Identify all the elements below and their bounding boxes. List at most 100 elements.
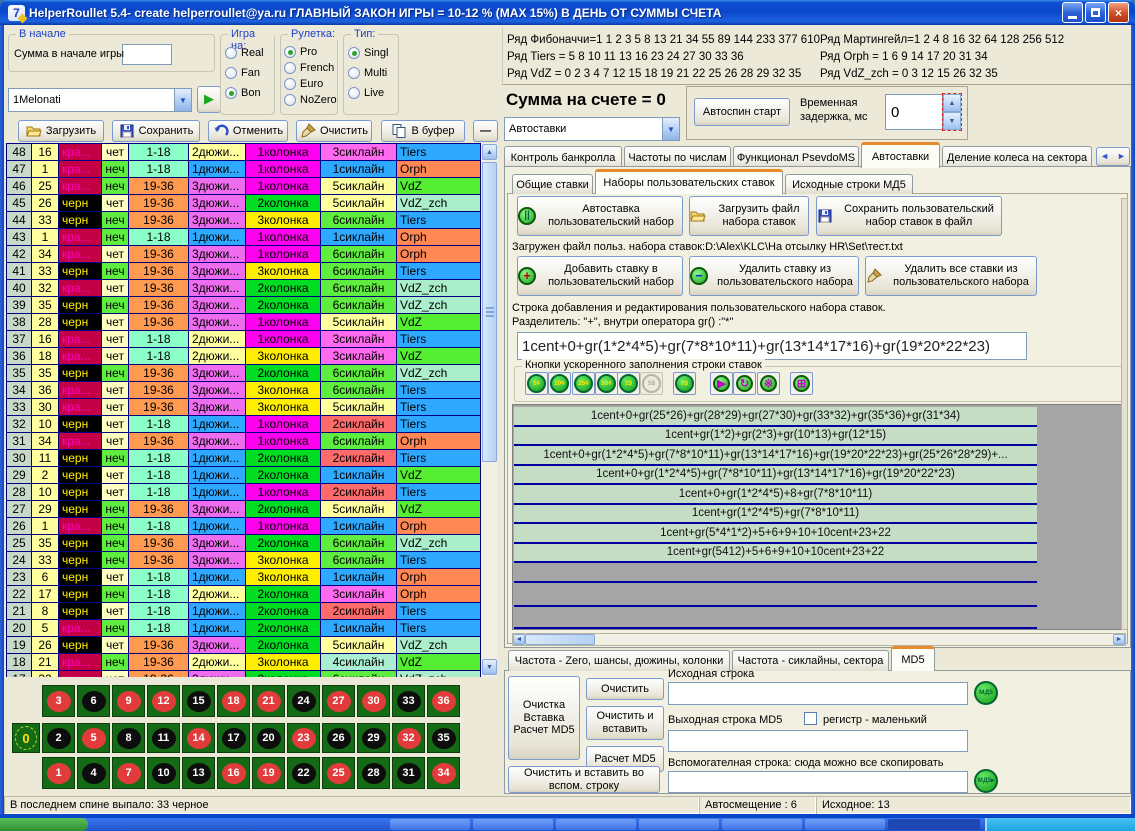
roulette-number-8[interactable]: 8 — [112, 723, 145, 753]
spin-row[interactable]: 3436кра...чет19-363дюжи...3колонка6сикла… — [7, 382, 496, 399]
roulette-number-2[interactable]: 2 — [42, 723, 75, 753]
tab-scroll-buttons[interactable]: ◄ ► — [1096, 147, 1130, 166]
delay-spinner[interactable]: 0 — [885, 94, 943, 130]
quick-play-button[interactable]: ▶ — [710, 372, 733, 395]
minimize-button[interactable] — [1062, 2, 1083, 23]
roulette-number-25[interactable]: 25 — [322, 757, 355, 789]
roulette-number-10[interactable]: 10 — [147, 757, 180, 789]
roulette-number-19[interactable]: 19 — [252, 757, 285, 789]
roulette-number-7[interactable]: 7 — [112, 757, 145, 789]
bet-string-input[interactable] — [517, 332, 1027, 360]
taskbar-item[interactable] — [390, 819, 470, 830]
quick-coin-25c[interactable]: 25¢ — [572, 372, 595, 395]
preset-combo[interactable]: 1Melonati ▼ — [8, 88, 192, 112]
toolbar-open-folder[interactable]: Загрузить — [18, 120, 104, 142]
bet-list-hscrollbar[interactable]: ◄ ► — [512, 633, 1126, 646]
roulette-number-23[interactable]: 23 — [287, 723, 320, 753]
radio-euro[interactable]: Euro — [284, 78, 337, 90]
roulette-number-21[interactable]: 21 — [252, 685, 285, 717]
md5-aux-field[interactable] — [668, 771, 968, 793]
spin-row[interactable]: 3330кра...чет19-363дюжи...3колонка5сикла… — [7, 399, 496, 416]
quick-coin-1c[interactable]: 1¢ — [525, 372, 548, 395]
roulette-number-15[interactable]: 15 — [182, 685, 215, 717]
roulette-number-24[interactable]: 24 — [287, 685, 320, 717]
toolbar-minus[interactable]: — — [473, 120, 498, 142]
spin-row[interactable]: 3134кра...чет19-363дюжи...1колонка6сикла… — [7, 433, 496, 450]
remove-all-bets-button[interactable]: Удалить все ставки из пользовательского … — [865, 256, 1037, 296]
quick-wheel-grid-button[interactable]: ⊞ — [790, 372, 813, 395]
scroll-up-icon[interactable]: ▲ — [482, 144, 497, 160]
spin-row[interactable]: 3618кра...чет1-182дюжи...3колонка3сиклай… — [7, 348, 496, 365]
register-checkbox[interactable] — [804, 712, 817, 725]
save-user-set-button[interactable]: Сохранить пользовательский набор ставок … — [816, 196, 1002, 236]
toolbar-undo[interactable]: Отменить — [208, 120, 288, 142]
taskbar-item[interactable] — [473, 819, 553, 830]
radio-fan[interactable]: Fan — [225, 67, 264, 79]
radio-nozero[interactable]: NoZero — [284, 94, 337, 106]
roulette-number-29[interactable]: 29 — [357, 723, 390, 753]
md5-out-field[interactable] — [668, 730, 968, 752]
spin-row[interactable]: 2433черннеч19-363дюжи...3колонка6сиклайн… — [7, 552, 496, 569]
spin-row[interactable]: 3535черннеч19-363дюжи...2колонка6сиклайн… — [7, 365, 496, 382]
spin-row[interactable]: 292чернчет1-181дюжи...2колонка1сиклайнVd… — [7, 467, 496, 484]
taskbar-item[interactable] — [556, 819, 636, 830]
roulette-number-36[interactable]: 36 — [427, 685, 460, 717]
arrow-right-icon[interactable]: ► — [1117, 151, 1126, 161]
roulette-number-13[interactable]: 13 — [182, 757, 215, 789]
scroll-down-icon[interactable]: ▼ — [482, 659, 497, 675]
spin-row[interactable]: 431кра...неч1-181дюжи...1колонка1сиклайн… — [7, 229, 496, 246]
title-bar[interactable]: 7 HelperRoullet 5.4- create helperroulle… — [0, 0, 1135, 25]
quick-coin-10c[interactable]: 10¢ — [548, 372, 571, 395]
bet-list-item[interactable]: 1cent+gr(5412)+5+6+9+10+10cent+23+22 — [514, 544, 1037, 564]
quick-pattern-button[interactable]: ※ — [757, 372, 780, 395]
toolbar-brush[interactable]: Очистить — [296, 120, 372, 142]
roulette-number-34[interactable]: 34 — [427, 757, 460, 789]
radio-french[interactable]: French — [284, 62, 337, 74]
roulette-number-12[interactable]: 12 — [147, 685, 180, 717]
bet-list-item[interactable]: 1cent+0+gr(25*26)+gr(28*29)+gr(27*30)+gr… — [514, 407, 1037, 427]
md5-clear-paste-aux-button[interactable]: Очистить и вставить во вспом. строку — [508, 766, 660, 793]
hscrollbar-thumb[interactable] — [525, 634, 595, 645]
tab-main-2[interactable]: Частоты по числам — [624, 146, 731, 168]
radio-real[interactable]: Real — [225, 47, 264, 59]
radio-bon[interactable]: Bon — [225, 87, 264, 99]
spin-row[interactable]: 4032кра...чет19-363дюжи...2колонка6сикла… — [7, 280, 496, 297]
spin-row[interactable]: 3716кра...чет1-182дюжи...1колонка3сиклай… — [7, 331, 496, 348]
spin-row[interactable]: 471кра...неч1-181дюжи...1колонка1сиклайн… — [7, 161, 496, 178]
roulette-number-18[interactable]: 18 — [217, 685, 250, 717]
scroll-left-icon[interactable]: ◄ — [513, 634, 525, 645]
start-sum-field[interactable] — [122, 44, 172, 65]
spin-row[interactable]: 4816кра...чет1-182дюжи...1колонка3сиклай… — [7, 144, 496, 161]
spin-row[interactable]: 2810чернчет1-181дюжи...1колонка2сиклайнT… — [7, 484, 496, 501]
radio-pro[interactable]: Pro — [284, 46, 337, 58]
md5-clear-paste-button[interactable]: Очистить и вставить — [586, 706, 664, 740]
tab-sub-3[interactable]: Исходные строки МД5 — [785, 174, 913, 194]
roulette-number-16[interactable]: 16 — [217, 757, 250, 789]
spin-row[interactable]: 4625кра...неч19-363дюжи...1колонка5сикла… — [7, 178, 496, 195]
spin-row[interactable]: 2535черннеч19-363дюжи...2колонка6сиклайн… — [7, 535, 496, 552]
spin-row[interactable]: 1926чернчет19-363дюжи...2колонка5сиклайн… — [7, 637, 496, 654]
spin-table-scrollbar[interactable]: ▲ ▼ — [480, 143, 497, 677]
close-button[interactable]: × — [1108, 2, 1129, 23]
spin-up-icon[interactable]: ▲ — [943, 94, 961, 112]
spin-row[interactable]: 1821кра...неч19-362дюжи...3колонка4сикла… — [7, 654, 496, 671]
spin-row[interactable]: 261кра...неч1-181дюжи...1колонка1сиклайн… — [7, 518, 496, 535]
roulette-number-11[interactable]: 11 — [147, 723, 180, 753]
bet-list-item[interactable]: 1cent+0+gr(1*2*4*5)+8+gr(7*8*10*11) — [514, 485, 1037, 505]
bet-list-item[interactable]: 1cent+gr(1*2)+gr(2*3)+gr(10*13)+gr(12*15… — [514, 427, 1037, 447]
roulette-number-9[interactable]: 9 — [112, 685, 145, 717]
roulette-number-3[interactable]: 3 — [42, 685, 75, 717]
spin-row[interactable]: 2217черннеч1-182дюжи...2колонка3сиклайнO… — [7, 586, 496, 603]
roulette-number-30[interactable]: 30 — [357, 685, 390, 717]
mode-combo[interactable]: Автоставки ▼ — [504, 117, 680, 141]
chevron-down-icon[interactable]: ▼ — [662, 118, 679, 140]
spin-down-icon[interactable]: ▼ — [943, 112, 961, 130]
arrow-left-icon[interactable]: ◄ — [1100, 151, 1109, 161]
md5-clear-button[interactable]: Очистить — [586, 678, 664, 700]
spin-row[interactable]: 3828чернчет19-363дюжи...1колонка5сиклайн… — [7, 314, 496, 331]
roulette-number-20[interactable]: 20 — [252, 723, 285, 753]
bet-list-item[interactable]: 1cent+gr(1*2*4*5)+gr(7*8*10*11) — [514, 505, 1037, 525]
bet-list-item[interactable]: 1cent+0+gr(1*2*4*5)+gr(7*8*10*11)+gr(13*… — [514, 466, 1037, 486]
roulette-number-33[interactable]: 33 — [392, 685, 425, 717]
md5-source-field[interactable] — [668, 682, 968, 705]
